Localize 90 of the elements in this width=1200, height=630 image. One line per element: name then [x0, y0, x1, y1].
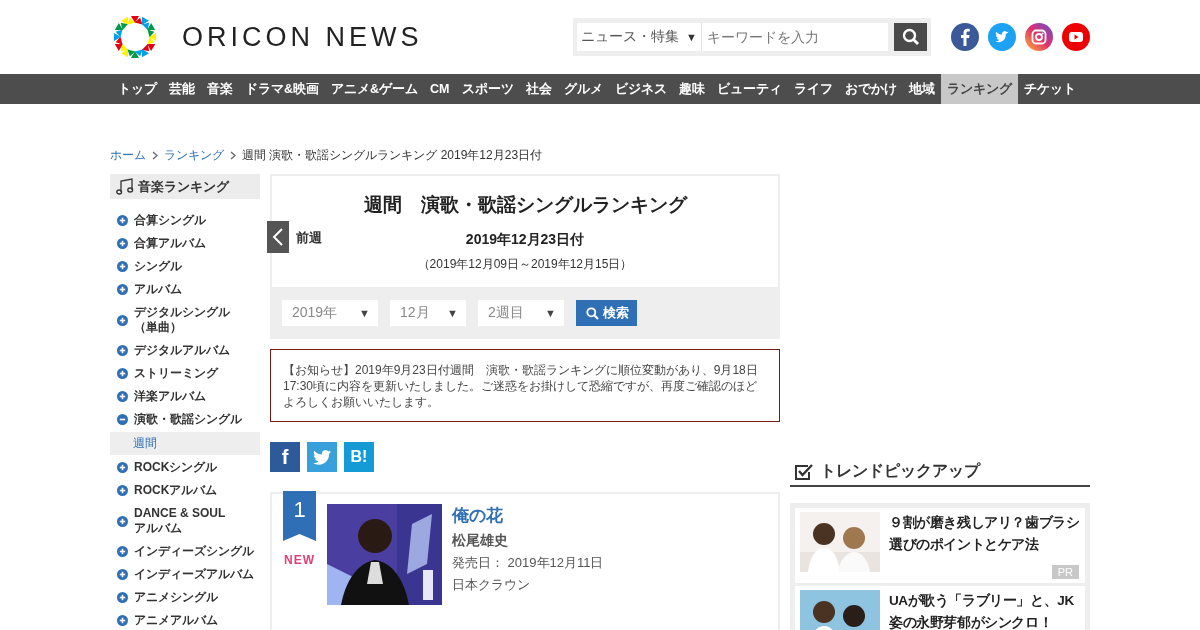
toggle-icon[interactable]	[117, 546, 128, 557]
search-icon	[586, 306, 599, 320]
checkbox-icon	[794, 462, 814, 481]
nav-tab[interactable]: ライフ	[787, 74, 839, 104]
sidebar-link[interactable]: インディーズアルバム	[134, 567, 254, 582]
sidebar-link[interactable]: アニメシングル	[134, 590, 218, 605]
nav-tab[interactable]: ドラマ&映画	[239, 74, 326, 104]
nav-tab[interactable]: ビジネス	[608, 74, 673, 104]
toggle-icon[interactable]	[117, 615, 128, 626]
toggle-icon[interactable]	[117, 284, 128, 295]
previous-week-button[interactable]	[267, 221, 289, 253]
nav-tab[interactable]: ランキング	[940, 74, 1018, 104]
date-select[interactable]: 2週目 ▼	[478, 300, 564, 326]
nav-tab[interactable]: ビューティ	[710, 74, 788, 104]
facebook-icon[interactable]	[951, 23, 979, 51]
sidebar-link[interactable]: 演歌・歌謡シングル	[134, 412, 242, 427]
date-select[interactable]: 2019年 ▼	[282, 300, 378, 326]
nav-tab[interactable]: 音楽	[201, 74, 239, 104]
breadcrumb-link[interactable]: ランキング	[164, 146, 224, 164]
toggle-icon[interactable]	[117, 368, 128, 379]
sidebar-link[interactable]: ROCKアルバム	[134, 483, 218, 498]
sidebar-link[interactable]: アルバム	[134, 282, 182, 297]
sidebar-link[interactable]: アニメアルバム	[134, 613, 218, 628]
category-select[interactable]: ニュース・特集 ▼	[577, 23, 702, 51]
previous-week-link[interactable]: 前週	[296, 229, 322, 247]
sidebar-link[interactable]: 合算シングル	[134, 213, 206, 228]
search-button[interactable]: 検索	[576, 300, 637, 326]
toggle-icon[interactable]	[117, 515, 128, 527]
nav-tab[interactable]: 芸能	[163, 74, 201, 104]
new-label: NEW	[284, 553, 315, 567]
sidebar-heading: 音楽ランキング	[110, 174, 260, 199]
sidebar-link[interactable]: デジタルアルバム	[134, 343, 230, 358]
toggle-icon[interactable]	[117, 314, 128, 326]
release-date: 発売日： 2019年12月11日	[452, 554, 604, 572]
toggle-icon[interactable]	[117, 391, 128, 402]
nav-tab[interactable]: チケット	[1017, 74, 1082, 104]
trend-article[interactable]: UAが歌う「ラブリー」と、JK姿の永野芽郁がシンクロ！	[795, 586, 1085, 630]
logo-text[interactable]: ORICON NEWS	[182, 21, 423, 53]
sidebar-link[interactable]: デジタルシングル（単曲）	[134, 305, 258, 335]
toggle-icon[interactable]	[117, 592, 128, 603]
nav-tab[interactable]: CM	[424, 74, 456, 104]
breadcrumb-link[interactable]: ホーム	[110, 146, 146, 164]
nav-tab[interactable]: 社会	[519, 74, 558, 104]
search-button[interactable]	[894, 23, 927, 51]
breadcrumb-current: 週間 演歌・歌謡シングルランキング 2019年12月23日付	[242, 146, 543, 164]
chevron-icon	[230, 150, 236, 160]
rank-ribbon: 1	[283, 491, 316, 541]
toggle-icon[interactable]	[117, 485, 128, 496]
sidebar-link[interactable]: DANCE & SOUL アルバム	[134, 506, 258, 536]
nav-tab[interactable]: 趣味	[672, 74, 711, 104]
nav-tab[interactable]: アニメ&ゲーム	[325, 74, 425, 104]
sidebar-link[interactable]: 合算アルバム	[134, 236, 206, 251]
record-label: 日本クラウン	[452, 576, 531, 594]
ranking-period: （2019年12月09日～2019年12月15日）	[417, 256, 633, 273]
sidebar-link[interactable]: インディーズシングル	[134, 544, 254, 559]
nav-tab[interactable]: 地域	[902, 74, 941, 104]
toggle-icon[interactable]	[117, 238, 128, 249]
bird-icon[interactable]	[988, 23, 1016, 51]
artist-name: 松尾雄史	[452, 532, 509, 550]
search-icon	[901, 28, 920, 46]
toggle-icon[interactable]	[117, 569, 128, 580]
play-icon[interactable]	[1062, 23, 1090, 51]
nav-tab[interactable]: スポーツ	[455, 74, 520, 104]
sidebar-link[interactable]: ストリーミング	[134, 366, 218, 381]
music-note-icon	[116, 178, 134, 195]
sidebar-link[interactable]: 洋楽アルバム	[134, 389, 206, 404]
toggle-icon[interactable]	[117, 462, 128, 473]
song-title-link[interactable]: 俺の花	[452, 504, 604, 527]
sidebar-subitem[interactable]: 週間	[110, 432, 260, 455]
share-button[interactable]: f	[270, 442, 300, 472]
camera-icon[interactable]	[1025, 23, 1053, 51]
nav-tab[interactable]: おでかけ	[838, 74, 903, 104]
toggle-icon[interactable]	[117, 414, 128, 425]
search-field[interactable]: キーワードを入力	[702, 23, 888, 51]
nav-tab[interactable]: トップ	[110, 74, 163, 104]
trend-heading: トレンドピックアップ	[820, 461, 980, 481]
ranking-date: 2019年12月23日付	[465, 231, 585, 249]
toggle-icon[interactable]	[117, 261, 128, 272]
date-select[interactable]: 12月 ▼	[390, 300, 466, 326]
toggle-icon[interactable]	[117, 215, 128, 226]
notice-message: 【お知らせ】2019年9月23日付週間 演歌・歌謡ランキングに順位変動があり、9月18日17:30頃に内容を更新いたしました。ご迷惑をお掛けして恐縮ですが、再度ご確認のほどよろしくお願いいたします。	[270, 349, 780, 422]
sidebar-link[interactable]: ROCKシングル	[134, 460, 218, 475]
toggle-icon[interactable]	[117, 345, 128, 356]
bird-icon	[313, 449, 331, 465]
chevron-left-icon	[272, 227, 284, 247]
ranking-title: 週間 演歌・歌謡シングルランキング	[362, 193, 689, 217]
sidebar-link[interactable]: シングル	[134, 259, 182, 274]
share-bird-button[interactable]	[307, 442, 337, 472]
chevron-icon	[152, 150, 158, 160]
nav-tab[interactable]: グルメ	[557, 74, 609, 104]
